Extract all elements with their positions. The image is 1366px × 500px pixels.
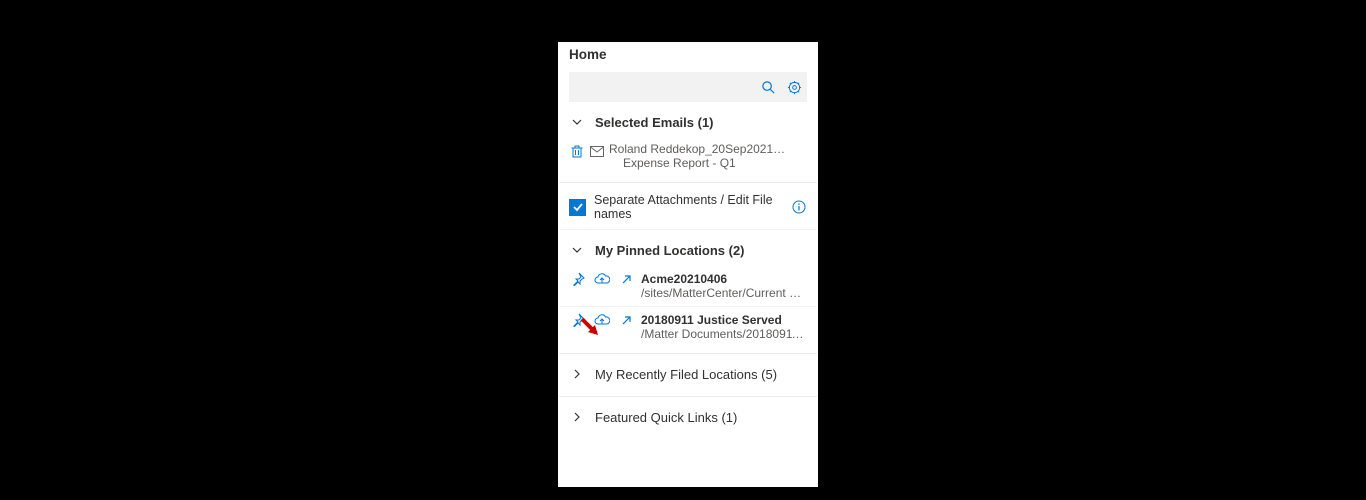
cloud-upload-icon[interactable] xyxy=(593,314,611,326)
chevron-right-icon xyxy=(569,409,585,425)
section-recently-filed[interactable]: My Recently Filed Locations (5) xyxy=(559,354,817,390)
separate-attachments-row[interactable]: Separate Attachments / Edit File names xyxy=(559,183,817,229)
gear-icon[interactable] xyxy=(781,74,807,100)
location-path: /Matter Documents/20180911 ... xyxy=(641,327,807,341)
checkbox-checked-icon[interactable] xyxy=(569,199,586,216)
section-title-quicklinks: Featured Quick Links (1) xyxy=(595,410,737,425)
page-title: Home xyxy=(559,43,817,72)
separate-attachments-label: Separate Attachments / Edit File names xyxy=(594,193,791,221)
location-path: /sites/MatterCenter/Current M... xyxy=(641,286,807,300)
email-filename: Roland Reddekop_20Sep2021 9.13.... xyxy=(609,142,787,156)
chevron-right-icon xyxy=(569,366,585,382)
section-title-pinned: My Pinned Locations (2) xyxy=(595,243,745,258)
section-title-selected-emails: Selected Emails (1) xyxy=(595,115,714,130)
external-link-icon[interactable] xyxy=(617,274,635,285)
email-subject: Expense Report - Q1 xyxy=(623,156,787,170)
pin-icon[interactable] xyxy=(569,272,587,286)
external-link-icon[interactable] xyxy=(617,315,635,326)
chevron-down-icon xyxy=(569,114,585,130)
pinned-location-item[interactable]: Acme20210406 /sites/MatterCenter/Current… xyxy=(559,266,817,306)
section-quick-links[interactable]: Featured Quick Links (1) xyxy=(559,397,817,433)
info-icon[interactable] xyxy=(791,199,807,215)
section-title-recent: My Recently Filed Locations (5) xyxy=(595,367,777,382)
email-text: Roland Reddekop_20Sep2021 9.13.... Expen… xyxy=(609,142,787,170)
location-title: 20180911 Justice Served xyxy=(641,313,782,327)
search-icon[interactable] xyxy=(755,74,781,100)
section-pinned-locations[interactable]: My Pinned Locations (2) xyxy=(559,230,817,266)
sidebar-panel: Home Selected Emails (1) Roland Reddekop… xyxy=(558,42,818,487)
location-title: Acme20210406 xyxy=(641,272,727,286)
trash-icon[interactable] xyxy=(569,143,585,159)
chevron-down-icon xyxy=(569,242,585,258)
pinned-location-item[interactable]: 20180911 Justice Served /Matter Document… xyxy=(559,307,817,347)
pin-icon[interactable] xyxy=(569,313,587,327)
search-bar[interactable] xyxy=(569,72,807,102)
email-item[interactable]: Roland Reddekop_20Sep2021 9.13.... Expen… xyxy=(559,138,817,176)
section-selected-emails[interactable]: Selected Emails (1) xyxy=(559,102,817,138)
mail-icon xyxy=(589,143,605,159)
cloud-upload-icon[interactable] xyxy=(593,273,611,285)
